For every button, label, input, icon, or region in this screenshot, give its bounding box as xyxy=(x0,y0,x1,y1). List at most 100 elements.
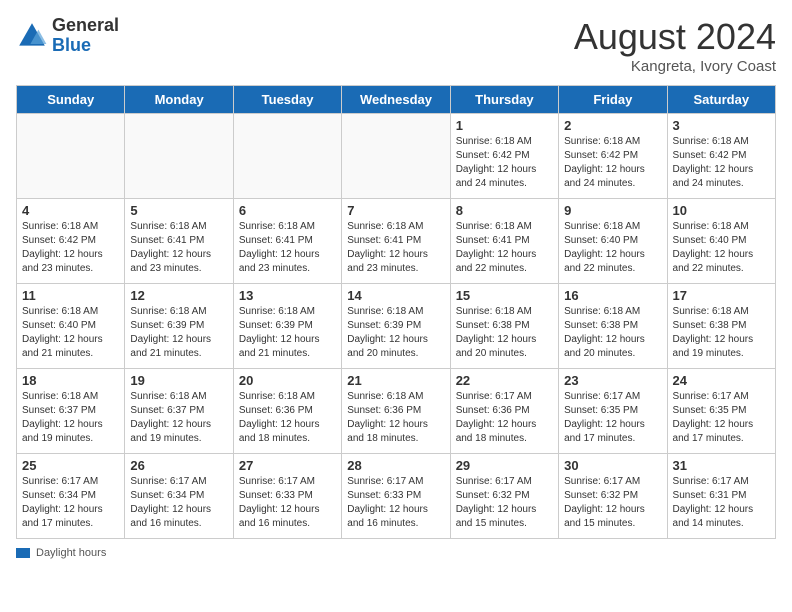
day-info: Sunrise: 6:18 AM Sunset: 6:39 PM Dayligh… xyxy=(239,305,336,361)
day-info: Sunrise: 6:18 AM Sunset: 6:40 PM Dayligh… xyxy=(22,305,119,361)
day-number: 21 xyxy=(347,373,444,388)
day-info: Sunrise: 6:18 AM Sunset: 6:40 PM Dayligh… xyxy=(564,220,661,276)
day-number: 8 xyxy=(456,203,553,218)
calendar-day-cell: 8Sunrise: 6:18 AM Sunset: 6:41 PM Daylig… xyxy=(450,199,558,284)
day-number: 7 xyxy=(347,203,444,218)
calendar-header-row: SundayMondayTuesdayWednesdayThursdayFrid… xyxy=(17,86,776,114)
day-info: Sunrise: 6:18 AM Sunset: 6:38 PM Dayligh… xyxy=(456,305,553,361)
calendar-day-cell: 19 Sunrise: 6:18 AM Sunset: 6:37 PM Dayli… xyxy=(125,369,233,454)
day-number: 11 xyxy=(22,288,119,303)
day-info: Sunrise: 6:17 AM Sunset: 6:32 PM Dayligh… xyxy=(456,475,553,531)
calendar-day-cell: 7 Sunrise: 6:18 AM Sunset: 6:41 PM Daylig… xyxy=(342,199,450,284)
day-number: 5 xyxy=(130,203,227,218)
day-info: Sunrise: 6:17 AM Sunset: 6:34 PM Dayligh… xyxy=(22,475,119,531)
day-info: Sunrise: 6:18 AM Sunset: 6:37 PM Dayligh… xyxy=(22,390,119,446)
legend-color-box xyxy=(16,548,30,558)
day-number: 23 xyxy=(564,373,661,388)
calendar-day-cell: 1 Sunrise: 6:18 AM Sunset: 6:42 PM Daylig… xyxy=(450,114,558,199)
calendar-day-cell: 27Sunrise: 6:17 AM Sunset: 6:33 PM Dayli… xyxy=(233,454,341,539)
month-title: August 2024 xyxy=(574,16,776,58)
calendar-day-cell: 3Sunrise: 6:18 AM Sunset: 6:42 PM Daylig… xyxy=(667,114,775,199)
calendar-day-cell: 22Sunrise: 6:17 AM Sunset: 6:36 PM Dayli… xyxy=(450,369,558,454)
calendar-day-cell: 16Sunrise: 6:18 AM Sunset: 6:38 PM Dayli… xyxy=(559,284,667,369)
day-number: 3 xyxy=(673,118,770,133)
calendar-day-cell: 28 Sunrise: 6:17 AM Sunset: 6:33 PM Dayli… xyxy=(342,454,450,539)
calendar-day-cell: 11 Sunrise: 6:18 AM Sunset: 6:40 PM Dayli… xyxy=(17,284,125,369)
calendar-day-cell: 23 Sunrise: 6:17 AM Sunset: 6:35 PM Dayli… xyxy=(559,369,667,454)
calendar-day-cell: 21 Sunrise: 6:18 AM Sunset: 6:36 PM Dayli… xyxy=(342,369,450,454)
day-number: 9 xyxy=(564,203,661,218)
calendar-day-cell: 31 Sunrise: 6:17 AM Sunset: 6:31 PM Dayli… xyxy=(667,454,775,539)
legend: Daylight hours xyxy=(16,547,776,559)
day-number: 20 xyxy=(239,373,336,388)
calendar-day-cell xyxy=(17,114,125,199)
day-number: 4 xyxy=(22,203,119,218)
day-info: Sunrise: 6:18 AM Sunset: 6:42 PM Dayligh… xyxy=(564,135,661,191)
calendar-day-cell: 4 Sunrise: 6:18 AM Sunset: 6:42 PM Daylig… xyxy=(17,199,125,284)
calendar-day-cell: 24 Sunrise: 6:17 AM Sunset: 6:35 PM Dayli… xyxy=(667,369,775,454)
day-info: Sunrise: 6:18 AM Sunset: 6:36 PM Dayligh… xyxy=(347,390,444,446)
day-number: 31 xyxy=(673,458,770,473)
day-number: 18 xyxy=(22,373,119,388)
calendar-day-cell xyxy=(125,114,233,199)
calendar-table: SundayMondayTuesdayWednesdayThursdayFrid… xyxy=(16,85,776,539)
calendar-day-cell: 15Sunrise: 6:18 AM Sunset: 6:38 PM Dayli… xyxy=(450,284,558,369)
day-number: 1 xyxy=(456,118,553,133)
logo-text: General Blue xyxy=(52,16,119,56)
calendar-week-row: 25 Sunrise: 6:17 AM Sunset: 6:34 PM Dayli… xyxy=(17,454,776,539)
day-info: Sunrise: 6:18 AM Sunset: 6:41 PM Dayligh… xyxy=(347,220,444,276)
day-number: 17 xyxy=(673,288,770,303)
calendar-day-header: Tuesday xyxy=(233,86,341,114)
location-text: Kangreta, Ivory Coast xyxy=(574,58,776,75)
day-number: 25 xyxy=(22,458,119,473)
day-info: Sunrise: 6:18 AM Sunset: 6:41 PM Dayligh… xyxy=(130,220,227,276)
day-info: Sunrise: 6:18 AM Sunset: 6:36 PM Dayligh… xyxy=(239,390,336,446)
day-info: Sunrise: 6:17 AM Sunset: 6:34 PM Dayligh… xyxy=(130,475,227,531)
title-block: August 2024 Kangreta, Ivory Coast xyxy=(574,16,776,75)
calendar-day-cell: 2 Sunrise: 6:18 AM Sunset: 6:42 PM Daylig… xyxy=(559,114,667,199)
day-info: Sunrise: 6:18 AM Sunset: 6:40 PM Dayligh… xyxy=(673,220,770,276)
calendar-day-header: Friday xyxy=(559,86,667,114)
calendar-day-cell: 9 Sunrise: 6:18 AM Sunset: 6:40 PM Daylig… xyxy=(559,199,667,284)
day-info: Sunrise: 6:18 AM Sunset: 6:42 PM Dayligh… xyxy=(22,220,119,276)
calendar-day-cell: 30Sunrise: 6:17 AM Sunset: 6:32 PM Dayli… xyxy=(559,454,667,539)
calendar-day-header: Monday xyxy=(125,86,233,114)
calendar-day-header: Saturday xyxy=(667,86,775,114)
day-info: Sunrise: 6:18 AM Sunset: 6:37 PM Dayligh… xyxy=(130,390,227,446)
day-info: Sunrise: 6:18 AM Sunset: 6:42 PM Dayligh… xyxy=(456,135,553,191)
day-number: 14 xyxy=(347,288,444,303)
day-number: 19 xyxy=(130,373,227,388)
day-info: Sunrise: 6:17 AM Sunset: 6:35 PM Dayligh… xyxy=(564,390,661,446)
calendar-day-cell: 6Sunrise: 6:18 AM Sunset: 6:41 PM Daylig… xyxy=(233,199,341,284)
day-number: 24 xyxy=(673,373,770,388)
day-info: Sunrise: 6:18 AM Sunset: 6:38 PM Dayligh… xyxy=(564,305,661,361)
day-info: Sunrise: 6:18 AM Sunset: 6:39 PM Dayligh… xyxy=(130,305,227,361)
logo-blue-text: Blue xyxy=(52,36,119,56)
day-info: Sunrise: 6:18 AM Sunset: 6:39 PM Dayligh… xyxy=(347,305,444,361)
calendar-week-row: 4 Sunrise: 6:18 AM Sunset: 6:42 PM Daylig… xyxy=(17,199,776,284)
day-info: Sunrise: 6:17 AM Sunset: 6:33 PM Dayligh… xyxy=(239,475,336,531)
day-number: 6 xyxy=(239,203,336,218)
calendar-day-cell: 17 Sunrise: 6:18 AM Sunset: 6:38 PM Dayli… xyxy=(667,284,775,369)
calendar-day-cell: 5 Sunrise: 6:18 AM Sunset: 6:41 PM Daylig… xyxy=(125,199,233,284)
day-info: Sunrise: 6:17 AM Sunset: 6:33 PM Dayligh… xyxy=(347,475,444,531)
day-number: 28 xyxy=(347,458,444,473)
day-info: Sunrise: 6:17 AM Sunset: 6:35 PM Dayligh… xyxy=(673,390,770,446)
calendar-day-header: Sunday xyxy=(17,86,125,114)
calendar-day-cell xyxy=(233,114,341,199)
day-info: Sunrise: 6:17 AM Sunset: 6:31 PM Dayligh… xyxy=(673,475,770,531)
calendar-day-header: Thursday xyxy=(450,86,558,114)
calendar-week-row: 11 Sunrise: 6:18 AM Sunset: 6:40 PM Dayli… xyxy=(17,284,776,369)
day-number: 2 xyxy=(564,118,661,133)
calendar-day-cell: 25 Sunrise: 6:17 AM Sunset: 6:34 PM Dayli… xyxy=(17,454,125,539)
day-number: 29 xyxy=(456,458,553,473)
day-number: 30 xyxy=(564,458,661,473)
calendar-day-cell: 20 Sunrise: 6:18 AM Sunset: 6:36 PM Dayli… xyxy=(233,369,341,454)
day-number: 22 xyxy=(456,373,553,388)
calendar-day-cell: 13 Sunrise: 6:18 AM Sunset: 6:39 PM Dayli… xyxy=(233,284,341,369)
day-number: 13 xyxy=(239,288,336,303)
calendar-day-cell: 29 Sunrise: 6:17 AM Sunset: 6:32 PM Dayli… xyxy=(450,454,558,539)
calendar-week-row: 1 Sunrise: 6:18 AM Sunset: 6:42 PM Daylig… xyxy=(17,114,776,199)
calendar-day-cell xyxy=(342,114,450,199)
day-info: Sunrise: 6:18 AM Sunset: 6:38 PM Dayligh… xyxy=(673,305,770,361)
